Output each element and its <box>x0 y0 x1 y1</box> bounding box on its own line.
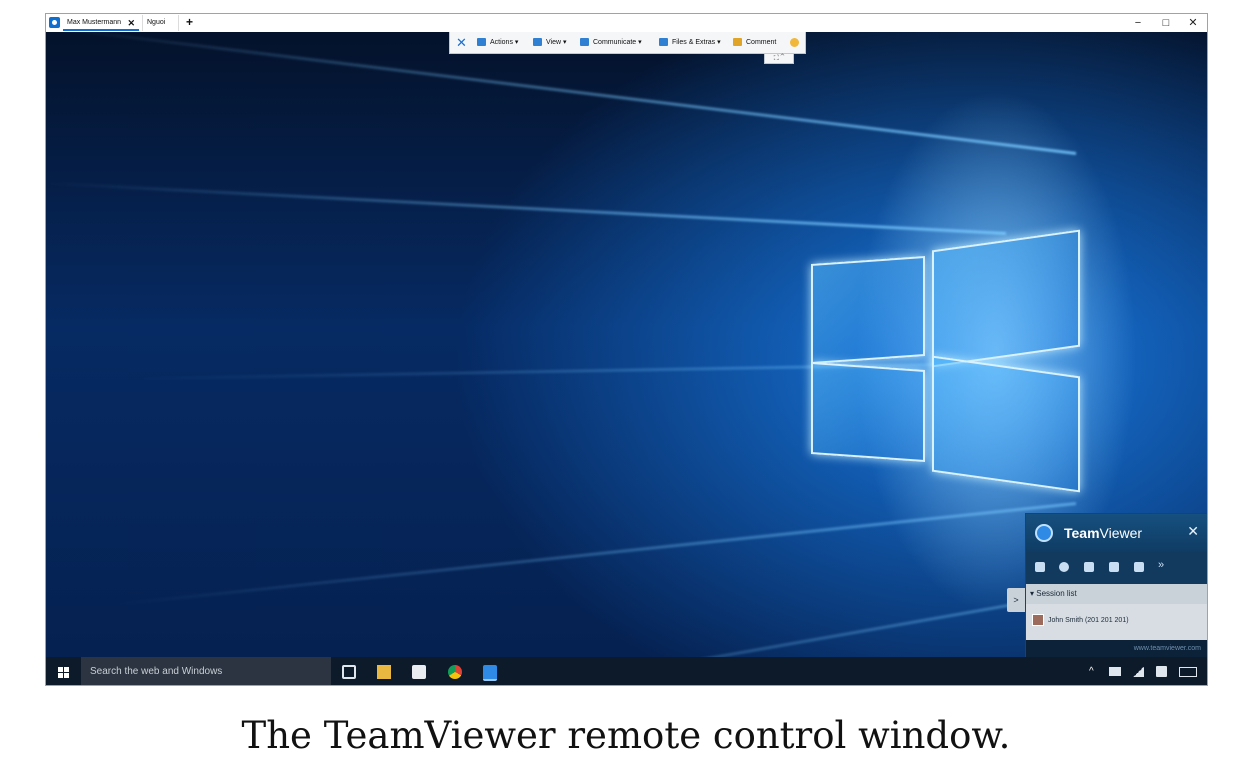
headset-icon[interactable] <box>1059 562 1069 572</box>
teamviewer-taskbar-icon[interactable] <box>483 665 497 681</box>
actions-label: Actions ▾ <box>490 39 519 46</box>
file-explorer-icon[interactable] <box>377 665 391 679</box>
toolbar-collapse-tab[interactable]: ⛶ ⌃ <box>764 54 794 64</box>
monitor-icon <box>533 38 542 47</box>
windows-taskbar: Search the web and Windows ^ <box>46 657 1207 685</box>
panel-title: TeamViewer <box>1064 525 1143 541</box>
tab-nguoi-la[interactable]: Nguoi La <box>142 15 179 42</box>
view-label: View ▾ <box>546 39 567 46</box>
panel-header: TeamViewer ✕ <box>1026 514 1207 552</box>
store-icon[interactable] <box>412 665 426 679</box>
comment-icon <box>733 38 742 47</box>
session-list: ▾ Session list John Smith (201 201 201) <box>1026 584 1207 640</box>
windows-logo-pane <box>811 256 925 364</box>
panel-tools: » <box>1026 552 1207 584</box>
session-user-item[interactable]: John Smith (201 201 201) <box>1032 614 1129 626</box>
smiley-icon[interactable] <box>790 32 800 53</box>
network-icon[interactable] <box>1133 667 1144 677</box>
windows-logo-pane <box>932 229 1080 368</box>
chrome-icon[interactable] <box>448 665 462 679</box>
teamviewer-link[interactable]: www.teamviewer.com <box>1026 640 1207 658</box>
battery-icon[interactable] <box>1109 667 1121 676</box>
video-icon[interactable] <box>1035 562 1045 572</box>
comment-label: Comment <box>746 39 777 46</box>
notification-icon[interactable] <box>1156 666 1167 677</box>
communicate-menu[interactable]: Communicate ▾ <box>580 32 642 53</box>
whiteboard-pen-icon[interactable] <box>1134 562 1144 572</box>
tab-max-mustermann[interactable]: Max Mustermann ✕ <box>63 15 139 31</box>
windows-start-icon[interactable] <box>58 667 69 678</box>
actions-menu[interactable]: Actions ▾ <box>477 32 518 53</box>
search-input[interactable]: Search the web and Windows <box>81 657 331 685</box>
teamviewer-session-panel: TeamViewer ✕ » ▾ Session list John Smith… <box>1025 513 1207 658</box>
minimize-button[interactable]: − <box>1125 14 1151 32</box>
chat-icon[interactable] <box>1084 562 1094 572</box>
communicate-label: Communicate ▾ <box>593 39 642 46</box>
files-extras-label: Files & Extras ▾ <box>672 39 721 46</box>
session-list-header[interactable]: ▾ Session list <box>1026 584 1207 604</box>
comment-button[interactable]: Comment <box>733 32 776 53</box>
panel-collapse-button[interactable]: > <box>1007 588 1025 612</box>
tab-label: Max Mustermann <box>67 19 122 26</box>
new-tab-button[interactable]: + <box>186 14 193 31</box>
session-user-label: John Smith (201 201 201) <box>1048 616 1129 624</box>
light-beam <box>47 181 1007 235</box>
phone-icon <box>580 38 589 47</box>
windows-logo-pane <box>811 362 925 462</box>
maximize-button[interactable]: □ <box>1153 14 1179 32</box>
more-tools-icon[interactable]: » <box>1158 559 1164 571</box>
files-icon <box>659 38 668 47</box>
task-view-icon[interactable] <box>342 665 356 679</box>
windows-logo-pane <box>932 355 1080 493</box>
light-beam <box>111 502 1077 607</box>
close-window-button[interactable]: ✕ <box>1180 14 1206 32</box>
teamviewer-window: Max Mustermann ✕ Nguoi La + − □ ✕ ✕ Acti… <box>45 13 1208 686</box>
panel-close-icon[interactable]: ✕ <box>1187 523 1199 540</box>
actions-icon <box>477 38 486 47</box>
figure-caption: The TeamViewer remote control window. <box>241 714 1011 757</box>
toolbar-close-icon[interactable]: ✕ <box>456 32 467 53</box>
view-menu[interactable]: View ▾ <box>533 32 567 53</box>
files-icon[interactable] <box>1109 562 1119 572</box>
teamviewer-app-icon <box>49 17 60 28</box>
tab-close-icon[interactable]: ✕ <box>127 15 135 31</box>
files-extras-menu[interactable]: Files & Extras ▾ <box>659 32 721 53</box>
tray-chevron-icon[interactable]: ^ <box>1089 657 1094 685</box>
title-bar: Max Mustermann ✕ Nguoi La + − □ ✕ <box>46 14 1207 42</box>
keyboard-icon[interactable] <box>1179 667 1197 677</box>
remote-desktop[interactable]: ✕ Actions ▾ View ▾ Communicate ▾ Files &… <box>46 32 1207 685</box>
remote-control-toolbar: ✕ Actions ▾ View ▾ Communicate ▾ Files &… <box>449 32 806 54</box>
avatar <box>1032 614 1044 626</box>
teamviewer-logo-icon <box>1035 524 1053 542</box>
